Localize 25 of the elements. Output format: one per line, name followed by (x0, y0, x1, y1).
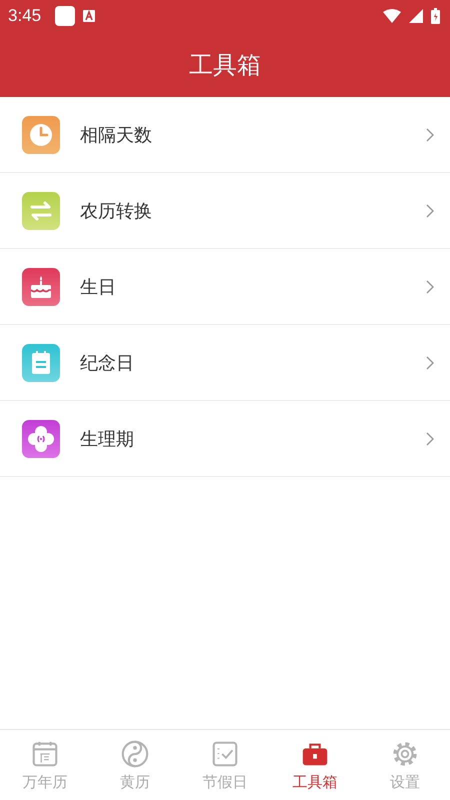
battery-icon (431, 8, 440, 24)
tool-item[interactable]: 生理期 (0, 401, 450, 477)
signal-icon (409, 9, 423, 23)
wifi-icon (383, 9, 401, 23)
chevron-right-icon (426, 280, 434, 294)
yin-yang-icon (120, 738, 150, 768)
notification-icon (55, 6, 76, 26)
chevron-right-icon (426, 204, 434, 218)
clock-icon (22, 116, 60, 154)
chevron-right-icon (426, 432, 434, 446)
tool-item[interactable]: 农历转换 (0, 173, 450, 249)
page-title: 工具箱 (189, 50, 261, 80)
swap-arrows-icon (22, 192, 60, 230)
chevron-right-icon (426, 128, 434, 142)
flower-icon (22, 420, 60, 458)
tool-item[interactable]: 生日 (0, 249, 450, 325)
status-time: 3:45 (8, 6, 42, 26)
tab[interactable]: 工具箱 (270, 730, 360, 800)
notification-icon (83, 10, 96, 22)
checklist-icon (210, 738, 240, 768)
notepad-icon (22, 344, 60, 382)
chevron-right-icon (426, 356, 434, 370)
tool-item[interactable]: 相隔天数 (0, 97, 450, 173)
cake-icon (22, 268, 60, 306)
tool-item[interactable]: 纪念日 (0, 325, 450, 401)
